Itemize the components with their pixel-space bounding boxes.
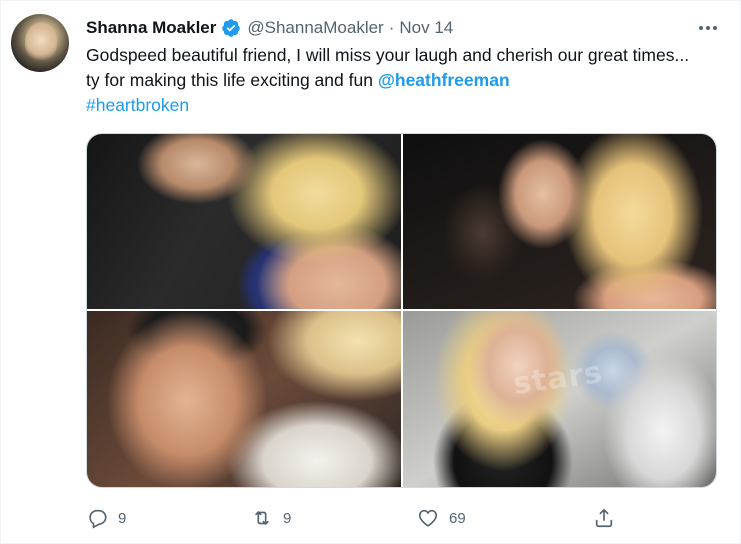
media-grid: stars — [86, 133, 717, 488]
reply-button[interactable]: 9 — [86, 504, 126, 532]
photo-2[interactable] — [403, 134, 716, 309]
retweet-icon — [254, 510, 270, 526]
photo-watermark: stars — [511, 354, 606, 403]
tweet-header: Shanna Moakler @ShannaMoakler · Nov 14 — [86, 17, 453, 39]
retweet-button[interactable]: 9 — [251, 504, 291, 532]
share-icon — [595, 508, 613, 528]
photo-3[interactable] — [87, 311, 401, 487]
reply-icon — [89, 509, 107, 529]
like-button[interactable]: 69 — [417, 504, 466, 532]
tweet[interactable]: Shanna Moakler @ShannaMoakler · Nov 14 G… — [0, 0, 741, 544]
separator-dot: · — [388, 18, 395, 37]
reply-count: 9 — [118, 509, 127, 527]
heart-icon — [418, 509, 438, 527]
tweet-date[interactable]: Nov 14 — [399, 18, 453, 38]
retweet-count: 9 — [283, 509, 292, 527]
photo-1[interactable] — [87, 134, 401, 309]
action-bar: 9 9 69 — [86, 504, 626, 532]
mention-link[interactable]: @heathfreeman — [378, 70, 510, 90]
tweet-text: Godspeed beautiful friend, I will miss y… — [86, 43, 706, 118]
photo-4[interactable]: stars — [403, 311, 716, 487]
verified-badge-icon — [221, 18, 241, 38]
author-handle[interactable]: @ShannaMoakler — [247, 18, 383, 38]
like-count: 69 — [449, 509, 466, 527]
share-button[interactable] — [593, 504, 615, 532]
hashtag-link[interactable]: #heartbroken — [86, 95, 189, 115]
avatar[interactable] — [11, 14, 69, 72]
author-name[interactable]: Shanna Moakler — [86, 18, 216, 38]
more-options-icon[interactable] — [694, 19, 722, 37]
